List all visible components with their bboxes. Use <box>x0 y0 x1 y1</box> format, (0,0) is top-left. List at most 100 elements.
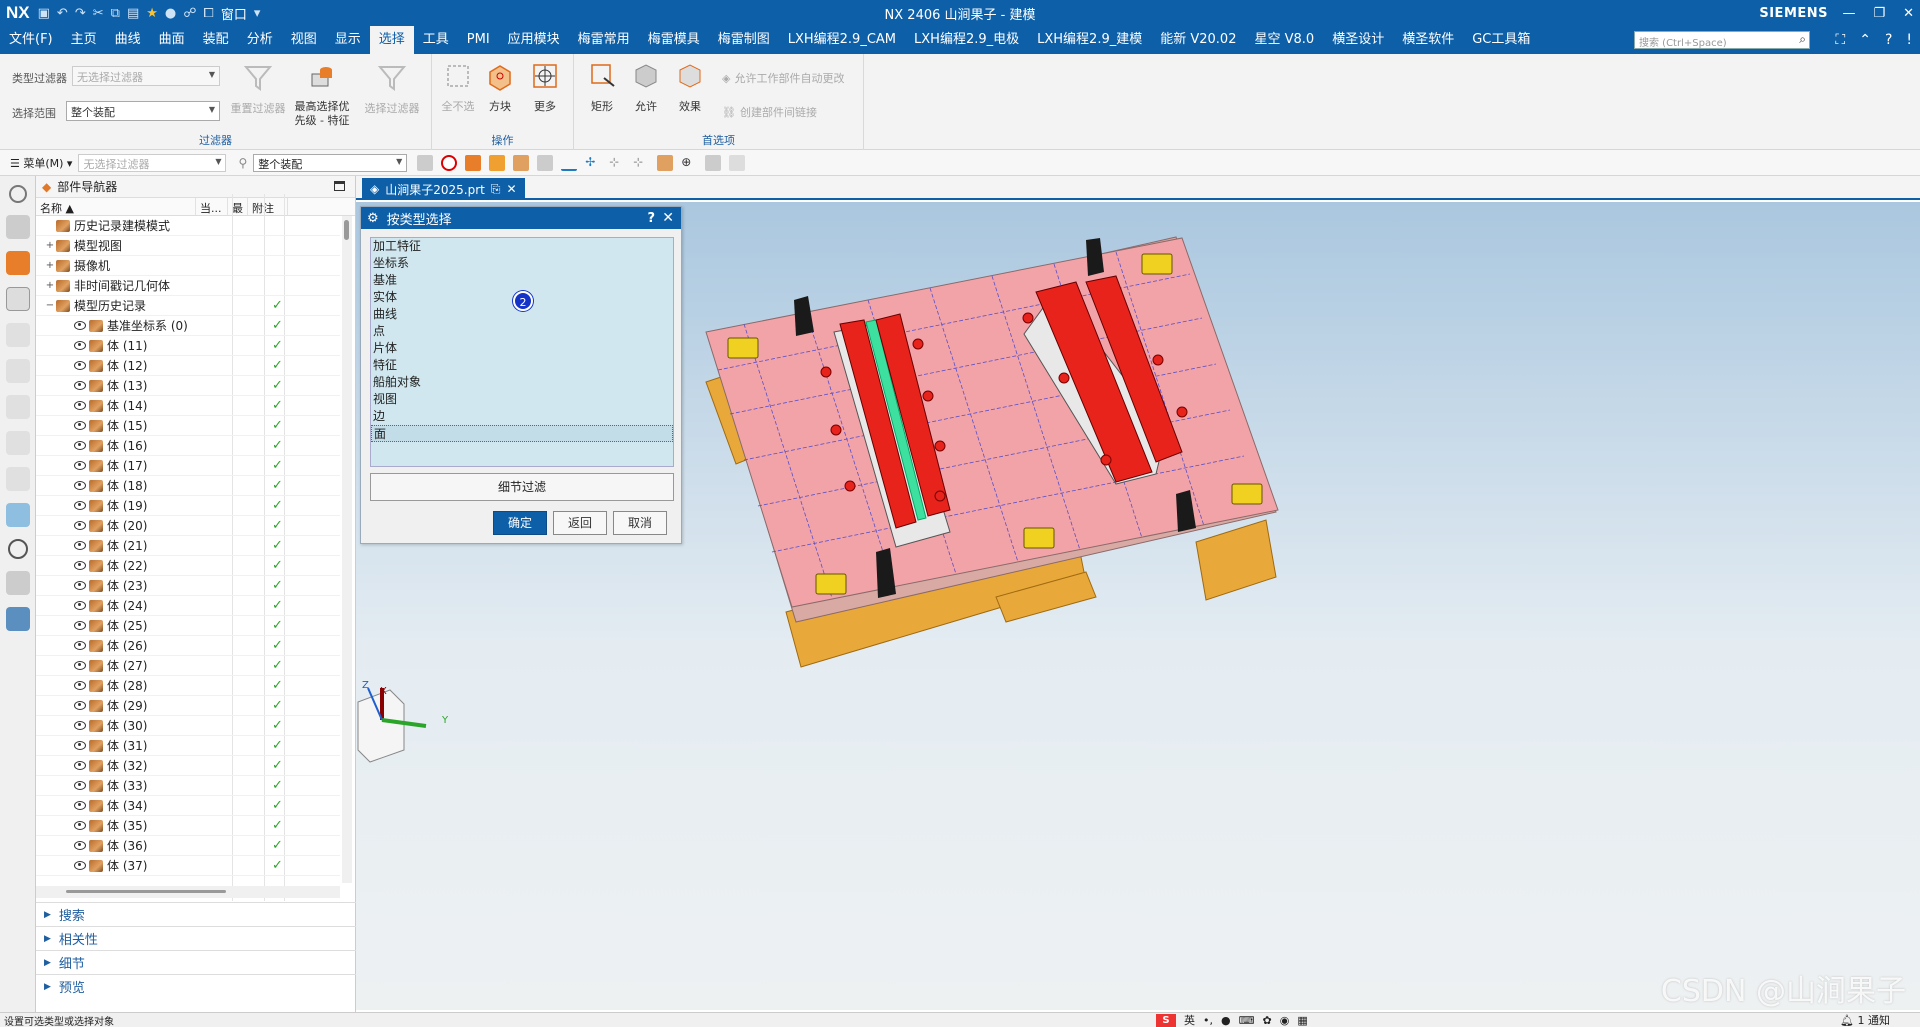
cube-icon[interactable] <box>705 154 722 171</box>
navigator-section[interactable]: ▶ 细节 <box>36 950 356 974</box>
type-list-item[interactable]: 边 <box>371 408 673 425</box>
visibility-eye-icon[interactable] <box>74 321 86 330</box>
restore-icon[interactable]: ❐ <box>1873 6 1885 21</box>
rectangle-button[interactable]: 矩形 <box>582 60 622 114</box>
navigator-section[interactable]: ▶ 相关性 <box>36 926 356 950</box>
clock-icon[interactable] <box>7 539 28 559</box>
tree-row[interactable]: 基准坐标系 (0) ✓ <box>36 316 340 336</box>
toolbar-type-filter[interactable]: 无选择过滤器 ▼ <box>78 153 227 172</box>
horizontal-scrollbar[interactable] <box>36 886 340 898</box>
column-name[interactable]: 名称 ▲ <box>36 198 196 215</box>
assembly-icon[interactable] <box>729 154 746 171</box>
document-tab[interactable]: ◈ 山涧果子2025.prt ⎘ ✕ <box>362 178 525 200</box>
tree-row[interactable]: − 模型历史记录 ✓ <box>36 296 340 316</box>
tree-row[interactable]: 体 (18) ✓ <box>36 476 340 496</box>
tree-row[interactable]: 体 (24) ✓ <box>36 596 340 616</box>
visibility-eye-icon[interactable] <box>74 701 86 710</box>
ribbon-tab[interactable]: 分析 <box>238 26 282 54</box>
ribbon-tab[interactable]: 曲线 <box>106 26 150 54</box>
visibility-eye-icon[interactable] <box>74 401 86 410</box>
constraint-navigator-icon[interactable] <box>5 251 30 275</box>
tools-icon[interactable] <box>5 571 30 595</box>
tree-row[interactable]: 体 (15) ✓ <box>36 416 340 436</box>
tree-row[interactable]: 体 (11) ✓ <box>36 336 340 356</box>
more-button[interactable]: 更多 <box>524 60 566 114</box>
column-current[interactable]: 当... <box>196 198 228 215</box>
deselect-all-button[interactable]: 全不选 <box>438 60 478 114</box>
visibility-eye-icon[interactable] <box>74 841 86 850</box>
web-browser-icon[interactable] <box>5 395 30 419</box>
window-switch-icon[interactable]: ⧠ <box>203 6 213 21</box>
ribbon-tab[interactable]: LXH编程2.9_CAM <box>779 26 905 54</box>
visibility-eye-icon[interactable] <box>74 441 86 450</box>
cancel-button[interactable]: 取消 <box>613 511 667 535</box>
tree-row[interactable]: 体 (26) ✓ <box>36 636 340 656</box>
toolbar-scope-select[interactable]: 整个装配 ▼ <box>253 153 408 172</box>
reset-filter-button[interactable]: 重置过滤器 <box>228 62 288 116</box>
type-list-item[interactable]: 面 <box>371 425 673 442</box>
tree-row[interactable]: 体 (20) ✓ <box>36 516 340 536</box>
visibility-eye-icon[interactable] <box>74 481 86 490</box>
visibility-eye-icon[interactable] <box>74 521 86 530</box>
skin-icon[interactable]: ✿ <box>1263 1014 1272 1027</box>
tree-row[interactable]: 体 (29) ✓ <box>36 696 340 716</box>
visibility-eye-icon[interactable] <box>74 761 86 770</box>
solid-orange-icon[interactable] <box>465 154 482 171</box>
ribbon-tab[interactable]: PMI <box>458 26 499 54</box>
settings-gear-icon[interactable] <box>8 185 27 203</box>
tree-row[interactable]: 体 (31) ✓ <box>36 736 340 756</box>
visibility-eye-icon[interactable] <box>74 661 86 670</box>
expand-toggle-icon[interactable]: − <box>44 300 56 311</box>
tree-row[interactable]: 体 (19) ✓ <box>36 496 340 516</box>
visibility-eye-icon[interactable] <box>74 681 86 690</box>
favorite-star-icon[interactable]: ★ <box>146 6 158 21</box>
help-icon[interactable]: ? <box>647 211 655 226</box>
detail-filter-button[interactable]: 细节过滤 <box>370 473 674 501</box>
undo-icon[interactable]: ↶ <box>57 6 68 21</box>
tree-row[interactable]: + 模型视图 <box>36 236 340 256</box>
visibility-eye-icon[interactable] <box>74 621 86 630</box>
tree-row[interactable]: 体 (34) ✓ <box>36 796 340 816</box>
ribbon-tab[interactable]: 横圣软件 <box>1393 26 1463 54</box>
process-studio-icon[interactable] <box>5 503 30 527</box>
microphone-icon[interactable]: ● <box>1221 1014 1231 1027</box>
tree-row[interactable]: 体 (17) ✓ <box>36 456 340 476</box>
select-filter-button[interactable]: 选择过滤器 <box>360 62 424 116</box>
sogou-ime-icon[interactable]: S <box>1156 1013 1176 1027</box>
tree-row[interactable]: 体 (23) ✓ <box>36 576 340 596</box>
feature-icon[interactable] <box>537 154 554 171</box>
tree-row[interactable]: + 非时间戳记几何体 <box>36 276 340 296</box>
allow-part-change-button[interactable]: ◈ 允许工作部件自动更改 <box>722 70 844 86</box>
tree-row[interactable]: 体 (32) ✓ <box>36 756 340 776</box>
ok-button[interactable]: 确定 <box>493 511 547 535</box>
punctuation-icon[interactable]: •, <box>1203 1014 1213 1027</box>
redo-icon[interactable]: ↷ <box>75 6 86 21</box>
visibility-eye-icon[interactable] <box>74 821 86 830</box>
curve-icon[interactable] <box>561 155 578 171</box>
type-list[interactable]: 加工特征 坐标系 基准 实体 曲线点片体 特征 船舶对象 视图边面 <box>370 237 674 467</box>
system-materials-icon[interactable] <box>5 467 30 491</box>
ime-language[interactable]: 英 <box>1184 1012 1195 1027</box>
ribbon-tab[interactable]: 横圣设计 <box>1323 26 1393 54</box>
ribbon-tab[interactable]: 能新 V20.02 <box>1151 26 1245 54</box>
visibility-eye-icon[interactable] <box>74 541 86 550</box>
tree-row[interactable]: 体 (12) ✓ <box>36 356 340 376</box>
ribbon-tab[interactable]: 星空 V8.0 <box>1245 26 1323 54</box>
maximize-icon[interactable] <box>334 181 345 191</box>
vertical-scrollbar[interactable] <box>342 216 352 883</box>
tree-row[interactable]: 体 (25) ✓ <box>36 616 340 636</box>
visibility-eye-icon[interactable] <box>74 641 86 650</box>
ribbon-tab[interactable]: 曲面 <box>150 26 194 54</box>
visibility-eye-icon[interactable] <box>74 581 86 590</box>
minimize-icon[interactable]: — <box>1842 6 1855 21</box>
close-icon[interactable]: ✕ <box>1903 6 1914 21</box>
tree-row[interactable]: 体 (27) ✓ <box>36 656 340 676</box>
ribbon-tab[interactable]: 选择 <box>369 26 414 54</box>
tree-row[interactable]: 体 (36) ✓ <box>36 836 340 856</box>
ribbon-tab[interactable]: 装配 <box>194 26 238 54</box>
type-list-item[interactable]: 坐标系 <box>371 255 673 272</box>
ribbon-tab[interactable]: 梅雷制图 <box>709 26 779 54</box>
cut-icon[interactable]: ✂ <box>93 6 104 21</box>
close-icon[interactable]: ✕ <box>662 210 674 226</box>
scrollbar-thumb[interactable] <box>66 890 226 893</box>
